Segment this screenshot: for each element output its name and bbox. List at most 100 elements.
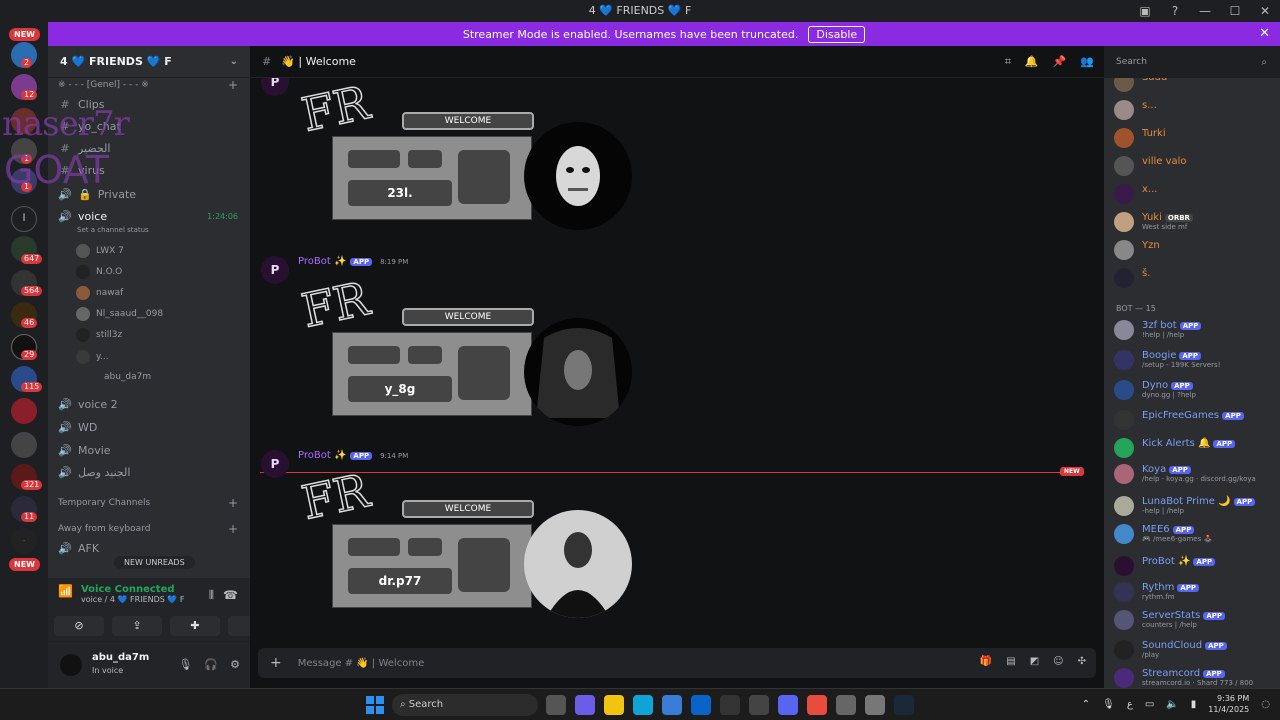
server-icon[interactable]: l [11,206,37,232]
taskbar-search[interactable]: ⌕ Search [392,694,538,716]
copilot-icon[interactable] [575,695,595,715]
voice-connected-sub[interactable]: voice / 4 💙 FRIENDS 💙 F [81,595,185,604]
gift-icon[interactable]: 🎁 [980,656,992,667]
voice-user[interactable]: still3z [76,328,122,342]
bot-item[interactable]: 3zf bot APP !help | /help [1114,320,1202,340]
add-channel-icon[interactable]: + [228,78,238,92]
message-author[interactable]: ProBot ✨ APP 8:19 PM [298,256,408,267]
windows-start-icon[interactable] [366,696,384,714]
channel-voice-2[interactable]: 🔊 voice 2 [58,398,117,411]
member-item[interactable]: s... [1114,100,1157,120]
bot-item[interactable]: EpicFreeGames APP [1114,410,1244,430]
headphones-icon[interactable]: 🎧 [204,658,218,671]
category-genel[interactable]: ※ ‑ ‑ ‑ [Genel] ‑ ‑ ‑ ※ [58,80,149,90]
bot-item[interactable]: MEE6 APP 🎮 /mee6-games 🕹️ [1114,524,1212,544]
voice-user[interactable]: nawaf [76,286,123,300]
bot-item[interactable]: Koya APP/help · koya.gg · discord.gg/koya [1114,464,1256,484]
avatar[interactable]: P [261,256,289,284]
member-item[interactable]: š. [1114,268,1150,288]
channel-aljunaid[interactable]: 🔊 الجنيد وصل [58,466,130,479]
disable-button[interactable]: Disable [808,25,866,43]
category-away[interactable]: Away from keyboard [58,524,150,534]
member-item[interactable]: Yzn [1114,240,1160,260]
apps-icon[interactable]: ✣ [1078,656,1086,667]
bot-item[interactable]: ProBot ✨ APP [1114,556,1216,576]
bot-item[interactable]: SoundCloud APP/play [1114,640,1227,660]
bot-item[interactable]: ServerStats APP counters | /help [1114,610,1226,630]
camera-button[interactable]: ⊘ [54,616,104,636]
channel-clips[interactable]: # Clips [58,98,104,111]
welcome-card[interactable]: FR WELCOME dr.p77 [298,464,638,634]
screen-share-button[interactable]: ⇪ [112,616,162,636]
bot-item[interactable]: Boogie APP/setup - 199K Servers! [1114,350,1221,370]
channel-private[interactable]: 🔊 🔒 Private [58,188,136,201]
channel-alhudair[interactable]: # الحضير [58,142,110,155]
add-attachment-icon[interactable]: + [270,655,282,671]
app-icon[interactable] [720,695,740,715]
server-icon[interactable] [11,398,37,424]
welcome-card[interactable]: FR WELCOME 23l. [298,78,638,246]
welcome-card[interactable]: FR WELCOME y_8g [298,272,638,442]
app-icon[interactable] [865,695,885,715]
avatar[interactable] [60,654,82,676]
voice-user[interactable]: y... [76,350,109,364]
chevron-up-icon[interactable]: ⌃ [1082,699,1090,710]
search-input[interactable]: Search ⌕ [1110,53,1272,72]
voice-user[interactable]: abu_da7m [104,372,151,382]
inbox-icon[interactable]: ▣ [1130,0,1160,22]
add-channel-icon[interactable]: + [228,522,238,536]
discord-icon[interactable] [778,695,798,715]
bot-item[interactable]: Rythm APP rythm.fm [1114,582,1200,602]
add-channel-icon[interactable]: + [228,496,238,510]
server-icon[interactable] [11,432,37,458]
avatar[interactable]: P [261,450,289,478]
member-item[interactable]: Turki [1114,128,1166,148]
gear-icon[interactable]: ⚙ [230,658,240,671]
file-explorer-icon[interactable] [604,695,624,715]
close-banner-icon[interactable]: ✕ [1259,26,1270,41]
voice-user[interactable]: LWX 7 [76,244,124,258]
message-composer[interactable]: + Message # 👋 | Welcome 🎁 ▤ ◩ ☺ ✣ [258,648,1096,678]
channel-virus[interactable]: # virus [58,164,104,177]
store-icon[interactable] [662,695,682,715]
new-unreads-pill[interactable]: NEW UNREADS [114,556,195,569]
maximize-icon[interactable]: ☐ [1220,0,1250,22]
channel-movie[interactable]: 🔊 Movie [58,444,110,457]
channel-voice[interactable]: 🔊 voice [58,210,107,223]
channel-yo-chat[interactable]: # yo_chat [58,120,120,133]
disconnect-icon[interactable]: ☎ [223,588,238,602]
members-icon[interactable]: 👥 [1080,55,1094,69]
clock[interactable]: 9:36 PM 11/4/2025 [1208,693,1249,715]
close-window-icon[interactable]: ✕ [1250,0,1280,22]
noise-suppression-icon[interactable]: ⦀ [209,588,214,603]
outlook-icon[interactable] [691,695,711,715]
notification-icon[interactable]: ◌ [1261,699,1270,710]
avatar[interactable]: P [261,78,289,96]
server-icon[interactable]: · [11,528,37,554]
bot-item[interactable]: LunaBot Prime 🌙 APP -help | /help [1114,496,1256,516]
edge-icon[interactable] [633,695,653,715]
gif-icon[interactable]: ▤ [1006,656,1015,667]
task-view-icon[interactable] [546,695,566,715]
threads-icon[interactable]: ⌗ [1005,55,1011,69]
bell-icon[interactable]: 🔔 [1025,55,1039,69]
activities-button[interactable]: ✚ [170,616,220,636]
server-icon[interactable] [11,108,37,134]
channel-status[interactable]: Set a channel status [77,226,149,234]
battery-icon[interactable]: ▮ [1191,699,1197,710]
message-author[interactable]: ProBot ✨ APP 9:14 PM [298,450,408,461]
language-indicator[interactable]: ع [1127,699,1133,710]
chrome-icon[interactable] [807,695,827,715]
bot-item[interactable]: Streamcord APP streamcord.io · Shard 773 /… [1114,668,1253,688]
help-icon[interactable]: ? [1160,0,1190,22]
voice-user[interactable]: N.O.O [76,265,122,279]
new-pill[interactable]: NEW [9,28,40,41]
emoji-icon[interactable]: ☺ [1053,656,1063,667]
member-item[interactable]: Saud [1114,78,1167,92]
sticker-icon[interactable]: ◩ [1030,656,1039,667]
user-name[interactable]: abu_da7m [92,652,149,663]
channel-wd[interactable]: 🔊 WD [58,421,97,434]
voice-user[interactable]: Nl_saaud__098 [76,307,163,321]
member-item[interactable]: x... [1114,184,1157,204]
steam-icon[interactable] [894,695,914,715]
